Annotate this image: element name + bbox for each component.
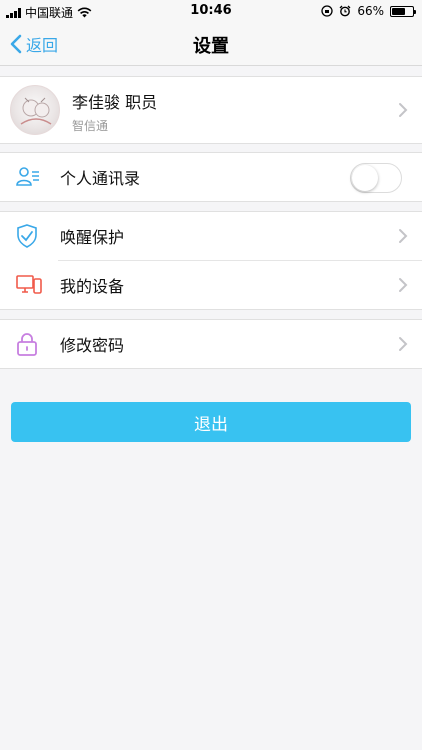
status-bar: 中国联通 10:46 66% [0,0,422,22]
battery-percent: 66% [357,4,384,18]
logout-button[interactable]: 退出 [11,402,411,442]
chevron-right-icon [399,229,408,243]
change-password-label: 修改密码 [60,336,125,355]
contacts-group: 个人通讯录 [0,152,422,202]
devices-icon [16,275,42,294]
profile-row[interactable]: 李佳骏 职员 智信通 [0,77,422,143]
battery-icon [390,5,416,17]
wake-protection-label: 唤醒保护 [60,228,125,247]
contacts-icon [16,167,39,186]
profile-org: 智信通 [72,119,109,133]
my-devices-row[interactable]: 我的设备 [0,261,422,309]
change-password-row[interactable]: 修改密码 [0,320,422,368]
chevron-right-icon [399,278,408,292]
shield-check-icon [17,224,37,248]
avatar [10,85,60,135]
contacts-row: 个人通讯录 [0,153,422,201]
contacts-label: 个人通讯录 [60,169,141,188]
toggle-knob [352,165,378,191]
status-right: 66% [321,4,416,18]
page-title: 设置 [193,36,229,57]
profile-group: 李佳骏 职员 智信通 [0,76,422,144]
profile-name: 李佳骏 职员 [72,93,158,112]
chevron-right-icon [399,103,408,117]
security-group: 唤醒保护 我的设备 [0,211,422,310]
contacts-toggle[interactable] [350,163,402,193]
lock-icon [17,333,37,356]
wake-protection-row[interactable]: 唤醒保护 [0,212,422,260]
nav-bar: 返回 设置 [0,22,422,66]
password-group: 修改密码 [0,319,422,369]
chevron-right-icon [399,337,408,351]
battery-fill [392,7,406,15]
alarm-icon [339,5,351,17]
my-devices-label: 我的设备 [60,277,125,296]
rotation-lock-icon [321,5,333,17]
